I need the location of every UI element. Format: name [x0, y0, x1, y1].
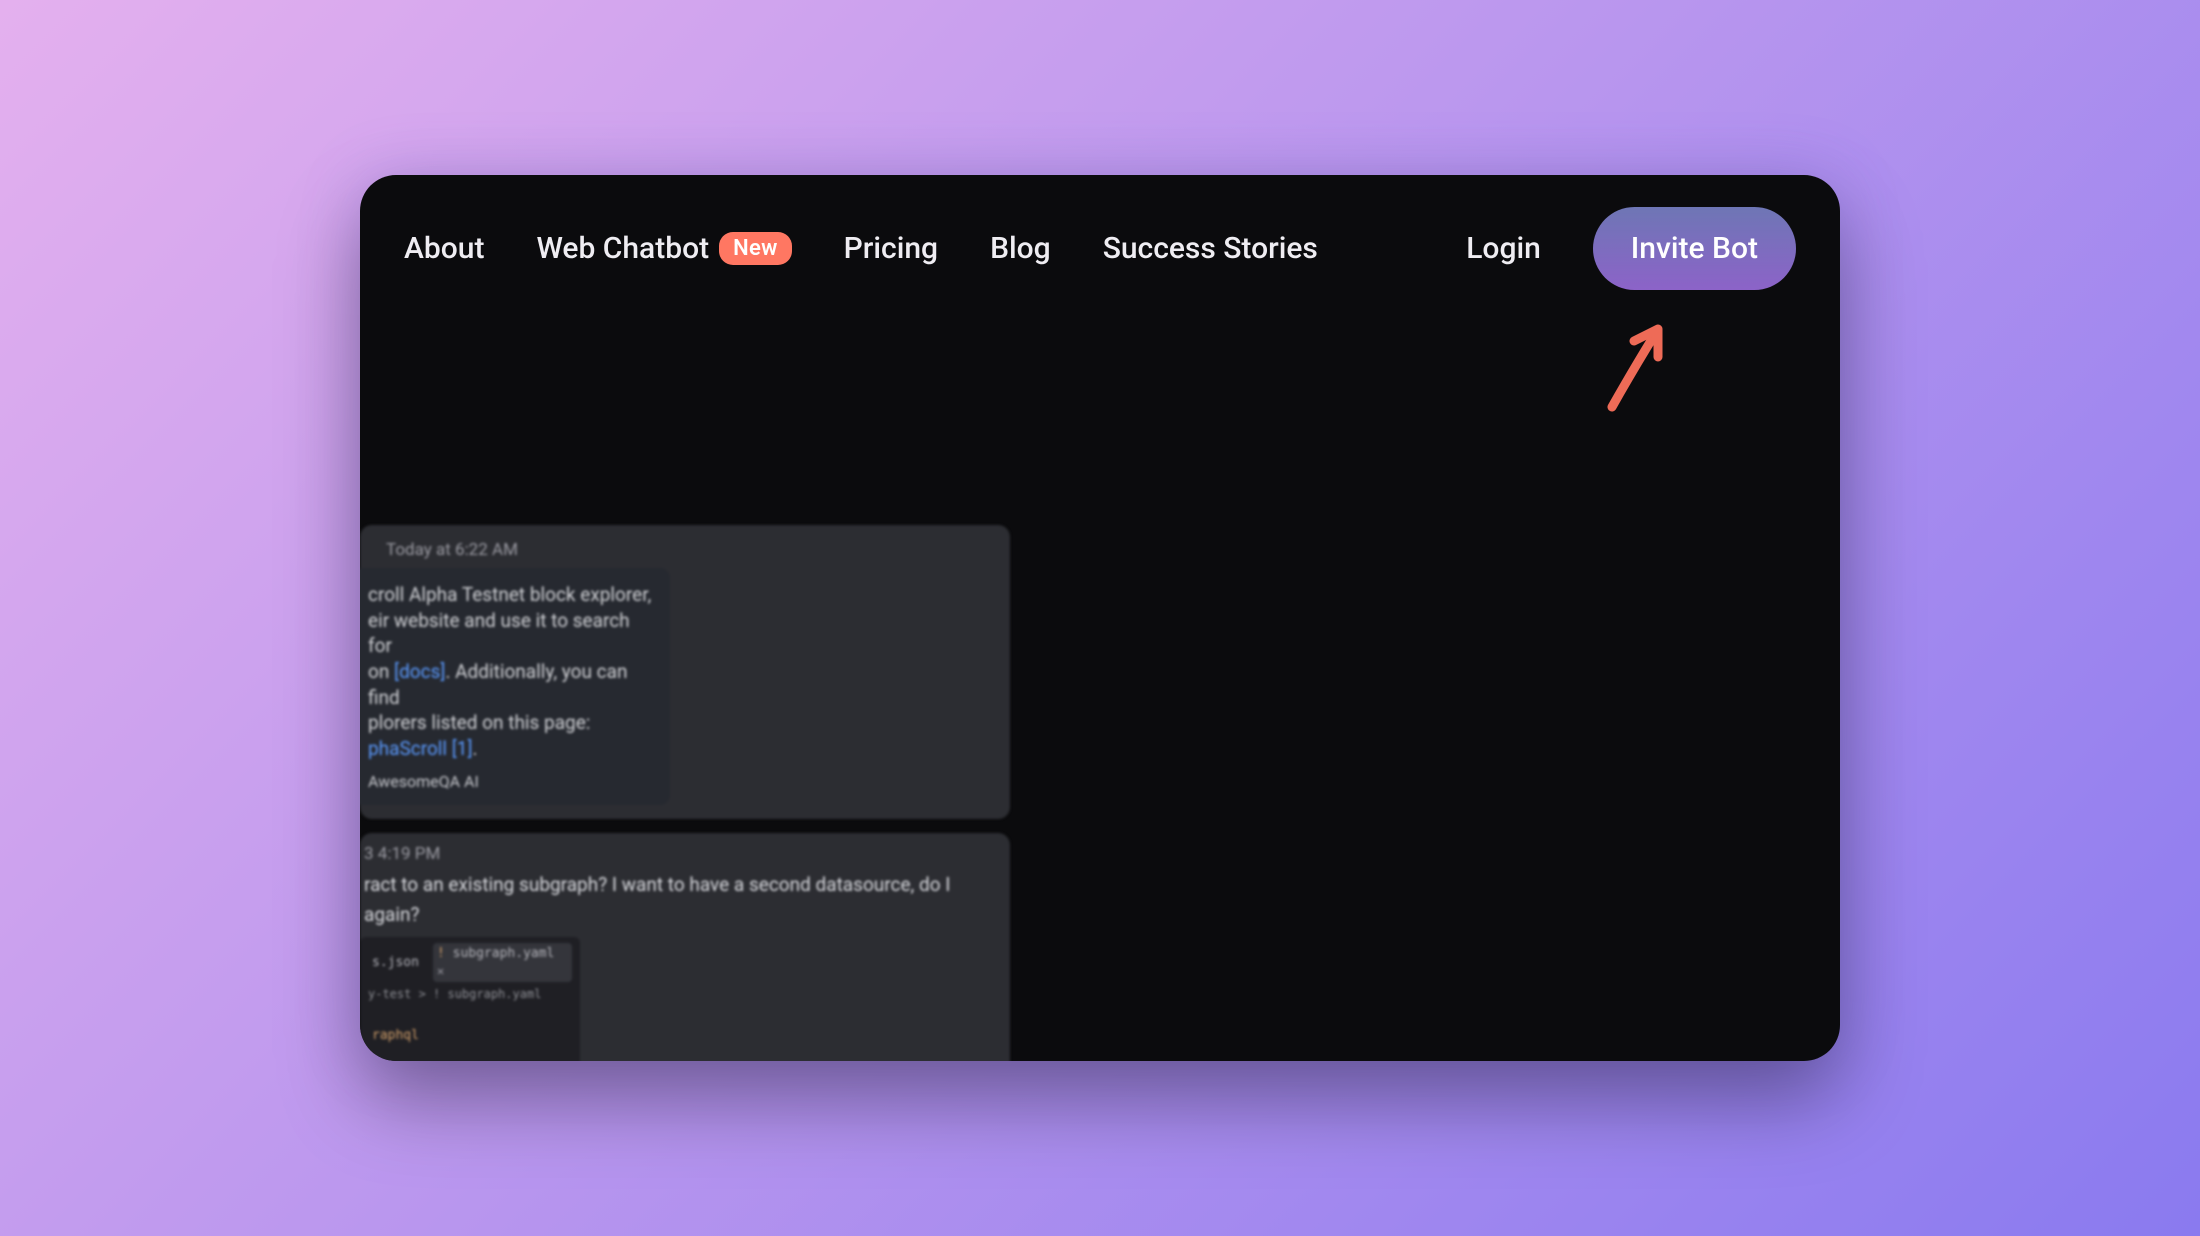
msg1-line2: eir website and use it to search for: [368, 608, 652, 659]
top-nav: About Web Chatbot New Pricing Blog Succe…: [360, 175, 1840, 322]
msg1-footer: AwesomeQA AI: [368, 771, 652, 793]
msg1-line5: phaScroll [1].: [368, 736, 652, 762]
code-line-1: raphql: [368, 1027, 572, 1045]
msg2-line1: ract to an existing subgraph? I want to …: [360, 872, 992, 902]
close-icon[interactable]: ✕: [437, 964, 444, 978]
nav-login[interactable]: Login: [1466, 231, 1541, 266]
app-window: About Web Chatbot New Pricing Blog Succe…: [360, 175, 1840, 1061]
nav-web-chatbot-label: Web Chatbot: [536, 231, 709, 266]
nav-success-stories-label: Success Stories: [1103, 231, 1318, 266]
chat-card-1: Today at 6:22 AM croll Alpha Testnet blo…: [360, 525, 1010, 819]
msg1-line4: plorers listed on this page:: [368, 710, 652, 736]
nav-pricing-label: Pricing: [844, 231, 938, 266]
invite-bot-label: Invite Bot: [1631, 231, 1758, 266]
nav-web-chatbot[interactable]: Web Chatbot New: [536, 231, 791, 266]
nav-pricing[interactable]: Pricing: [844, 231, 938, 266]
chat-preview-area: Today at 6:22 AM croll Alpha Testnet blo…: [360, 525, 1010, 1061]
nav-login-label: Login: [1466, 231, 1541, 266]
msg2-line2: again?: [360, 902, 992, 932]
code-tab-yaml-label: subgraph.yaml: [453, 946, 555, 961]
bang-icon: !: [437, 946, 445, 961]
msg1-phascroll-link[interactable]: phaScroll [1]: [368, 737, 473, 760]
arrow-annotation-icon: [1600, 315, 1680, 415]
msg1-line3: on [docs]. Additionally, you can find: [368, 659, 652, 710]
nav-blog-label: Blog: [990, 231, 1051, 266]
msg1-line1: croll Alpha Testnet block explorer,: [368, 582, 652, 608]
code-breadcrumb: y-test > ! subgraph.yaml: [368, 986, 572, 1002]
code-tab-yaml[interactable]: ! subgraph.yaml ✕: [433, 943, 572, 982]
invite-bot-button[interactable]: Invite Bot: [1593, 207, 1796, 290]
msg1-docs-link[interactable]: [docs]: [394, 660, 445, 683]
nav-blog[interactable]: Blog: [990, 231, 1051, 266]
msg1-line5-suffix: .: [473, 737, 478, 760]
nav-success-stories[interactable]: Success Stories: [1103, 231, 1318, 266]
chat-timestamp-2: 3 4:19 PM: [360, 841, 992, 872]
msg1-line3-prefix: on: [368, 660, 394, 683]
new-badge: New: [719, 232, 792, 265]
chat-message-1: croll Alpha Testnet block explorer, eir …: [360, 568, 670, 805]
code-tabs: s.json ! subgraph.yaml ✕: [368, 943, 572, 982]
code-editor-thumbnail: s.json ! subgraph.yaml ✕ y-test > ! subg…: [360, 937, 580, 1061]
nav-about[interactable]: About: [404, 231, 484, 266]
chat-card-2: 3 4:19 PM ract to an existing subgraph? …: [360, 833, 1010, 1061]
nav-about-label: About: [404, 231, 484, 266]
chat-timestamp-1: Today at 6:22 AM: [360, 535, 996, 568]
code-tab-json[interactable]: s.json: [368, 952, 423, 974]
